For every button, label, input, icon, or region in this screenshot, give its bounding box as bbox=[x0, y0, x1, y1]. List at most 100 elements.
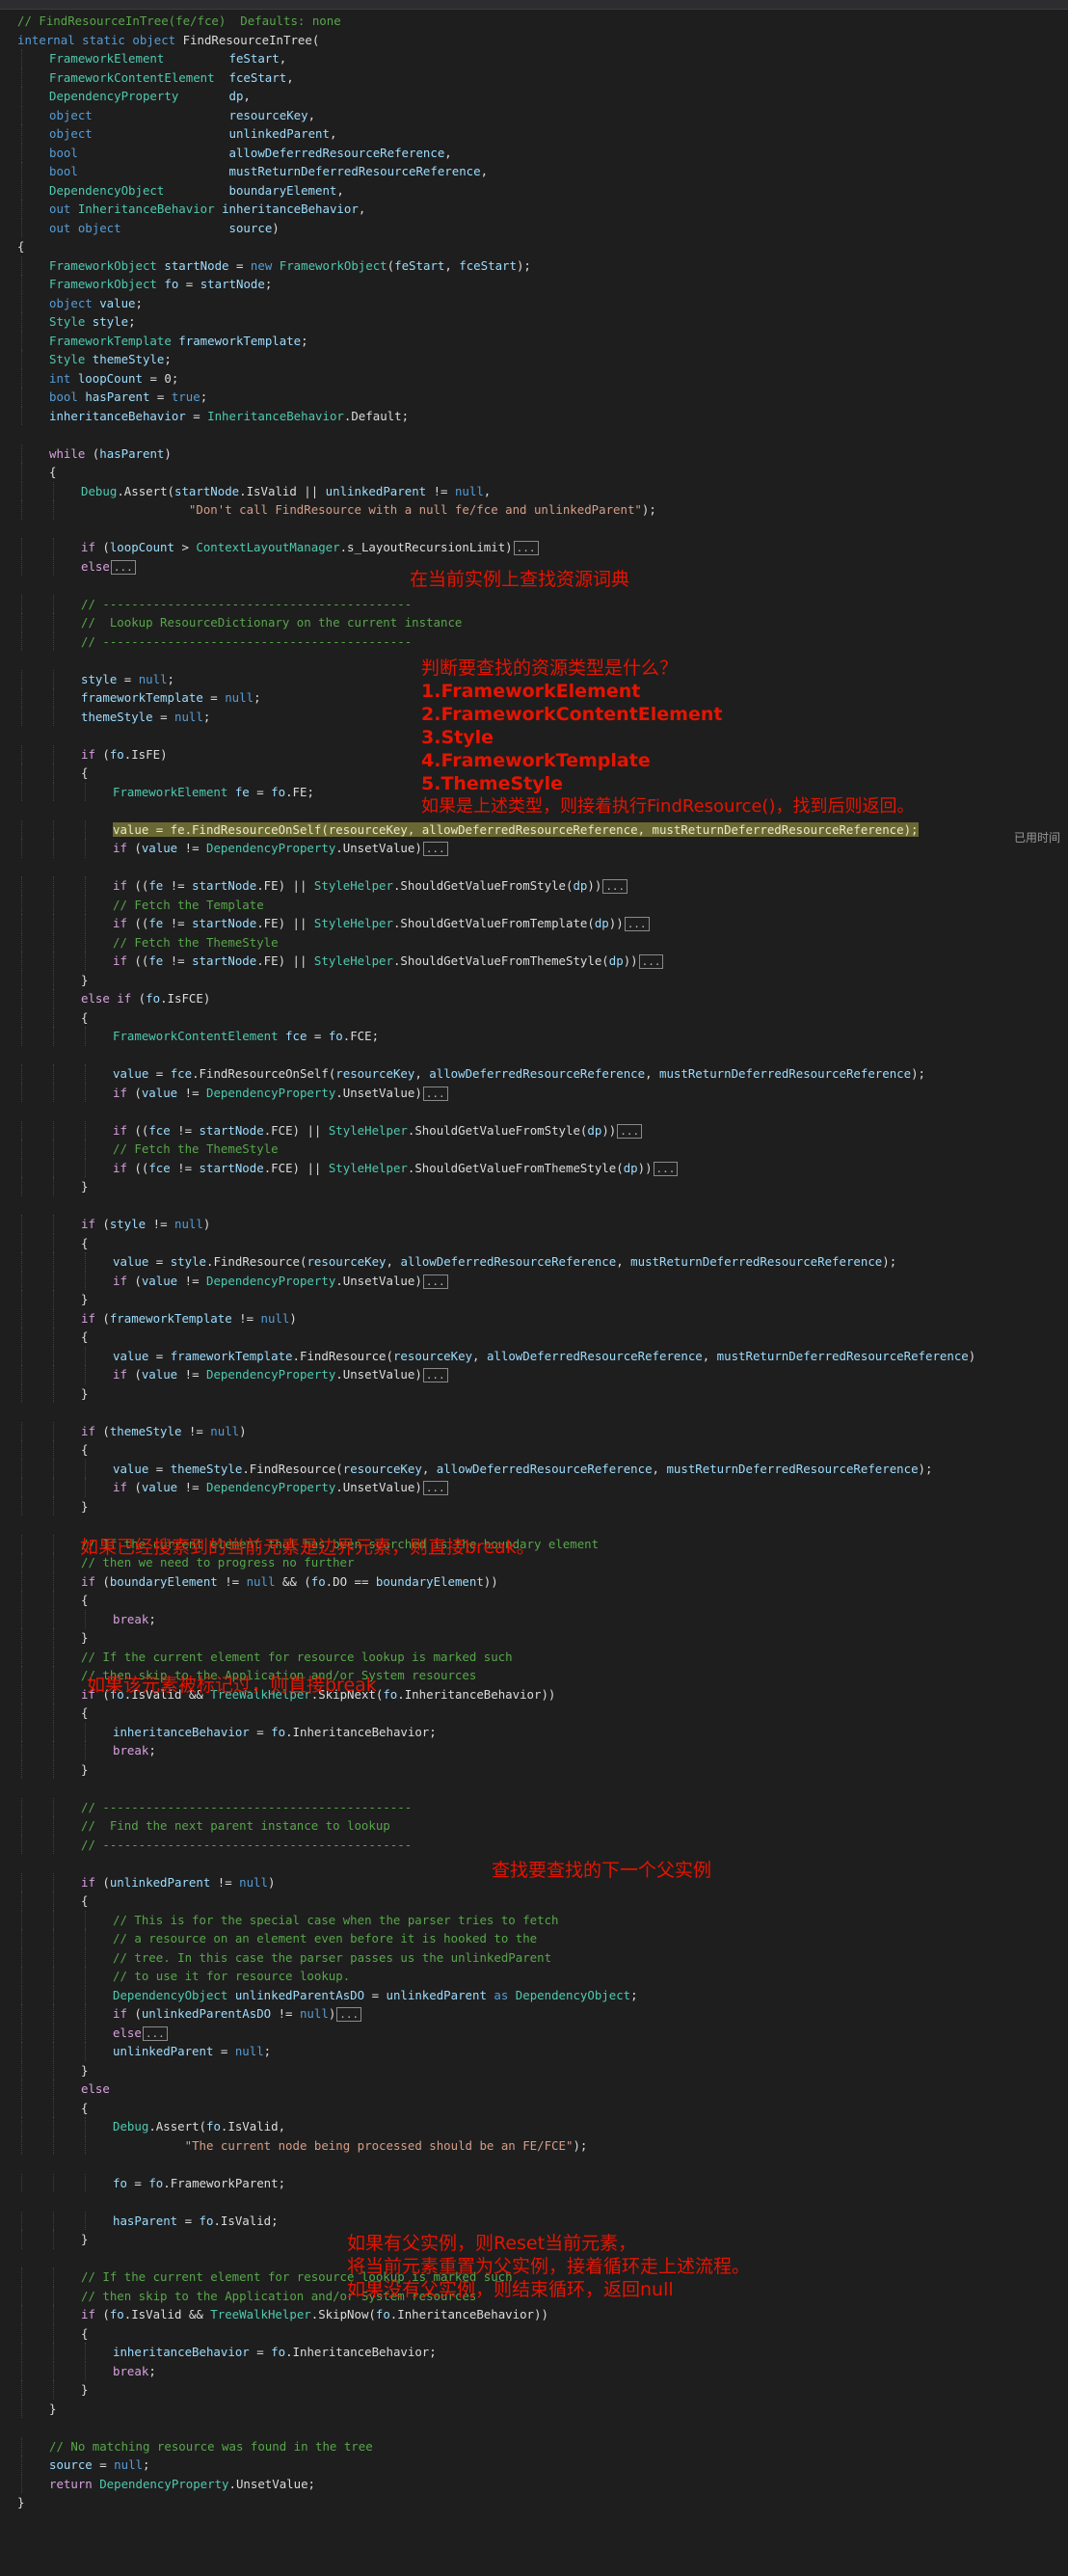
code-line[interactable]: else... bbox=[0, 2023, 1068, 2042]
code-line[interactable]: if (loopCount > ContextLayoutManager.s_L… bbox=[0, 538, 1068, 557]
code-line[interactable]: { bbox=[0, 463, 1068, 482]
code-line[interactable]: if ((fe != startNode.FE) || StyleHelper.… bbox=[0, 914, 1068, 933]
code-line[interactable]: Debug.Assert(fo.IsValid, bbox=[0, 2117, 1068, 2136]
code-line[interactable]: break; bbox=[0, 1609, 1068, 1628]
code-line[interactable]: // Fetch the ThemeStyle bbox=[0, 1140, 1068, 1159]
code-line[interactable]: FrameworkElement feStart, bbox=[0, 49, 1068, 68]
collapsed-region-button[interactable]: ... bbox=[422, 1274, 448, 1289]
code-line[interactable]: hasParent = fo.IsValid; bbox=[0, 2211, 1068, 2230]
collapsed-region-button[interactable]: ... bbox=[602, 879, 628, 894]
code-line[interactable]: if (frameworkTemplate != null) bbox=[0, 1308, 1068, 1328]
code-line[interactable]: if (fo.IsValid && TreeWalkHelper.SkipNow… bbox=[0, 2305, 1068, 2324]
code-line[interactable]: } bbox=[0, 1383, 1068, 1403]
code-line[interactable]: value = fe.FindResourceOnSelf(resourceKe… bbox=[0, 819, 1068, 839]
code-line[interactable]: while (hasParent) bbox=[0, 443, 1068, 463]
code-line[interactable]: if ((fce != startNode.FCE) || StyleHelpe… bbox=[0, 1120, 1068, 1140]
code-line[interactable]: } bbox=[0, 1496, 1068, 1516]
code-line[interactable]: DependencyObject boundaryElement, bbox=[0, 180, 1068, 200]
code-line[interactable]: bool hasParent = true; bbox=[0, 388, 1068, 407]
code-line[interactable]: if (value != DependencyProperty.UnsetVal… bbox=[0, 1478, 1068, 1497]
code-line[interactable]: { bbox=[0, 1591, 1068, 1610]
code-line[interactable]: // -------------------------------------… bbox=[0, 1797, 1068, 1816]
code-line[interactable]: // No matching resource was found in the… bbox=[0, 2436, 1068, 2455]
code-line[interactable] bbox=[0, 1196, 1068, 1216]
code-line[interactable]: value = themeStyle.FindResource(resource… bbox=[0, 1459, 1068, 1478]
code-line[interactable]: FrameworkObject fo = startNode; bbox=[0, 275, 1068, 294]
code-line[interactable]: "Don't call FindResource with a null fe/… bbox=[0, 500, 1068, 520]
collapsed-region-button[interactable]: ... bbox=[422, 842, 448, 856]
code-line[interactable]: bool allowDeferredResourceReference, bbox=[0, 143, 1068, 162]
code-line[interactable]: if (unlinkedParentAsDO != null)... bbox=[0, 2004, 1068, 2024]
code-line[interactable]: int loopCount = 0; bbox=[0, 368, 1068, 388]
code-line[interactable]: // -------------------------------------… bbox=[0, 1835, 1068, 1854]
collapsed-region-button[interactable]: ... bbox=[638, 954, 664, 969]
code-line[interactable]: bool mustReturnDeferredResourceReference… bbox=[0, 162, 1068, 181]
collapsed-region-button[interactable]: ... bbox=[110, 559, 136, 575]
code-line[interactable]: FrameworkObject startNode = new Framewor… bbox=[0, 255, 1068, 275]
code-line[interactable]: { bbox=[0, 237, 1068, 256]
code-line[interactable] bbox=[0, 858, 1068, 877]
code-line[interactable]: inheritanceBehavior = InheritanceBehavio… bbox=[0, 406, 1068, 425]
code-line[interactable]: internal static object FindResourceInTre… bbox=[0, 31, 1068, 50]
code-line[interactable]: object unlinkedParent, bbox=[0, 124, 1068, 144]
code-line[interactable] bbox=[0, 1102, 1068, 1121]
code-line[interactable]: object resourceKey, bbox=[0, 105, 1068, 124]
code-line[interactable]: // tree. In this case the parser passes … bbox=[0, 1947, 1068, 1967]
code-line[interactable]: return DependencyProperty.UnsetValue; bbox=[0, 2474, 1068, 2493]
code-line[interactable] bbox=[0, 520, 1068, 539]
collapsed-region-button[interactable]: ... bbox=[142, 2026, 168, 2041]
code-line[interactable]: DependencyObject unlinkedParentAsDO = un… bbox=[0, 1985, 1068, 2004]
code-line[interactable]: Debug.Assert(startNode.IsValid || unlink… bbox=[0, 481, 1068, 500]
code-line[interactable]: } bbox=[0, 2399, 1068, 2418]
code-line[interactable]: } bbox=[0, 1177, 1068, 1196]
code-line[interactable]: inheritanceBehavior = fo.InheritanceBeha… bbox=[0, 1722, 1068, 1741]
code-line[interactable] bbox=[0, 1516, 1068, 1535]
collapsed-region-button[interactable]: ... bbox=[617, 1123, 643, 1139]
code-line[interactable]: unlinkedParent = null; bbox=[0, 2042, 1068, 2061]
code-line[interactable]: value = frameworkTemplate.FindResource(r… bbox=[0, 1346, 1068, 1365]
code-line[interactable]: if ((fe != startNode.FE) || StyleHelper.… bbox=[0, 876, 1068, 896]
code-line[interactable]: // -------------------------------------… bbox=[0, 631, 1068, 651]
code-line[interactable]: if (value != DependencyProperty.UnsetVal… bbox=[0, 839, 1068, 858]
code-line[interactable]: } bbox=[0, 2060, 1068, 2080]
code-line[interactable]: "The current node being processed should… bbox=[0, 2135, 1068, 2155]
code-line[interactable] bbox=[0, 425, 1068, 444]
code-line[interactable]: // Lookup ResourceDictionary on the curr… bbox=[0, 613, 1068, 632]
code-line[interactable]: if (style != null) bbox=[0, 1215, 1068, 1234]
code-line[interactable]: // a resource on an element even before … bbox=[0, 1929, 1068, 1948]
code-line[interactable]: out InheritanceBehavior inheritanceBehav… bbox=[0, 200, 1068, 219]
code-line[interactable]: Style themeStyle; bbox=[0, 350, 1068, 369]
code-line[interactable] bbox=[0, 1403, 1068, 1422]
code-line[interactable]: break; bbox=[0, 1741, 1068, 1760]
code-line[interactable] bbox=[0, 1046, 1068, 1065]
code-line[interactable]: // This is for the special case when the… bbox=[0, 1910, 1068, 1929]
collapsed-region-button[interactable]: ... bbox=[336, 2007, 362, 2022]
code-line[interactable]: } bbox=[0, 970, 1068, 989]
code-line[interactable]: { bbox=[0, 1704, 1068, 1723]
code-line[interactable]: { bbox=[0, 1892, 1068, 1911]
code-line[interactable]: object value; bbox=[0, 293, 1068, 312]
code-line[interactable]: else if (fo.IsFCE) bbox=[0, 989, 1068, 1008]
code-line[interactable]: // FindResourceInTree(fe/fce) Defaults: … bbox=[0, 12, 1068, 31]
collapsed-region-button[interactable]: ... bbox=[422, 1368, 448, 1382]
code-line[interactable]: } bbox=[0, 2493, 1068, 2512]
collapsed-region-button[interactable]: ... bbox=[422, 1086, 448, 1101]
code-line[interactable] bbox=[0, 2155, 1068, 2174]
code-line[interactable]: if (value != DependencyProperty.UnsetVal… bbox=[0, 1365, 1068, 1384]
code-line[interactable]: value = fce.FindResourceOnSelf(resourceK… bbox=[0, 1064, 1068, 1084]
code-line[interactable]: // Fetch the ThemeStyle bbox=[0, 932, 1068, 952]
code-line[interactable] bbox=[0, 2418, 1068, 2437]
code-line[interactable]: { bbox=[0, 1007, 1068, 1027]
collapsed-region-button[interactable]: ... bbox=[422, 1481, 448, 1495]
code-line[interactable]: } bbox=[0, 1759, 1068, 1779]
code-line[interactable]: break; bbox=[0, 2361, 1068, 2380]
code-line[interactable]: if (value != DependencyProperty.UnsetVal… bbox=[0, 1271, 1068, 1290]
code-line[interactable]: // Fetch the Template bbox=[0, 895, 1068, 914]
code-line[interactable]: else bbox=[0, 2080, 1068, 2099]
code-line[interactable]: FrameworkTemplate frameworkTemplate; bbox=[0, 331, 1068, 350]
collapsed-region-button[interactable]: ... bbox=[624, 917, 650, 931]
code-line[interactable]: } bbox=[0, 1628, 1068, 1648]
code-line[interactable]: } bbox=[0, 2380, 1068, 2400]
code-line[interactable] bbox=[0, 1779, 1068, 1798]
code-line[interactable]: inheritanceBehavior = fo.InheritanceBeha… bbox=[0, 2343, 1068, 2362]
